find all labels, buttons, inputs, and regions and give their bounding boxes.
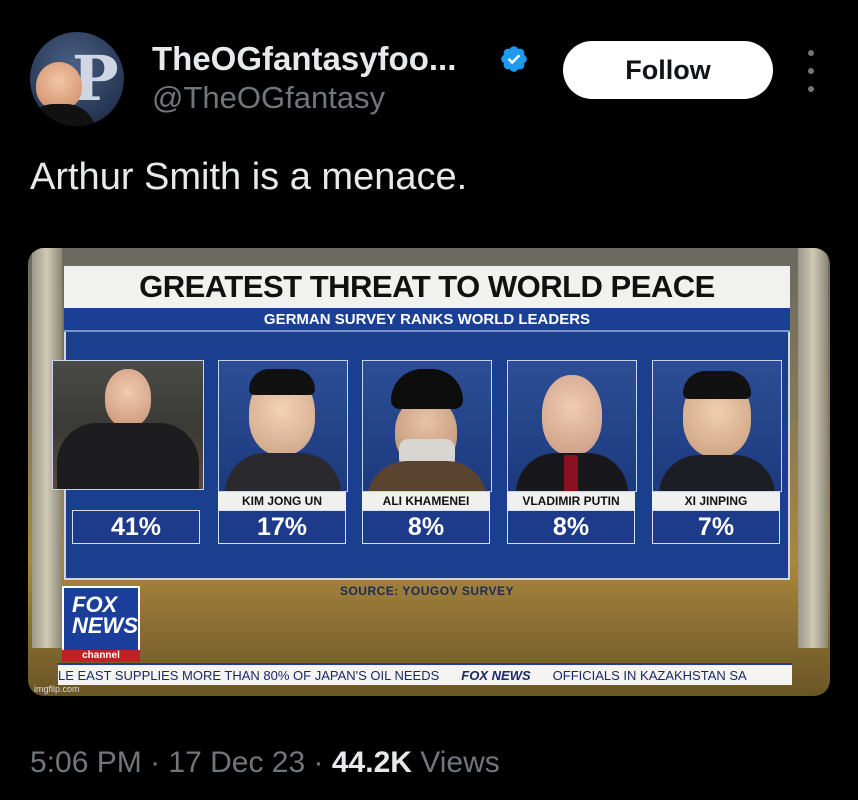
leader-percentage: 41%: [72, 510, 200, 544]
graphic-title: GREATEST THREAT TO WORLD PEACE: [64, 266, 790, 308]
ticker-right-text: OFFICIALS IN KAZAKHSTAN SA: [552, 667, 747, 683]
author-display-name[interactable]: TheOGfantasyfoo...: [152, 40, 456, 78]
tweet-time[interactable]: 5:06 PM: [30, 746, 142, 779]
leader-photo: [362, 360, 492, 492]
views-label: Views: [420, 746, 500, 779]
leader-name: XI JINPING: [652, 492, 780, 510]
graphic-source: SOURCE: YOUGOV SURVEY: [339, 584, 515, 598]
meta-separator: ·: [313, 746, 324, 779]
leader-name: ALI KHAMENEI: [362, 492, 490, 510]
tweet-text: Arthur Smith is a menace.: [30, 156, 468, 198]
leader-name: VLADIMIR PUTIN: [507, 492, 635, 510]
leader-percentage: 8%: [362, 510, 490, 544]
news-ticker: LE EAST SUPPLIES MORE THAN 80% OF JAPAN'…: [58, 663, 792, 685]
leader-photo: [218, 360, 348, 492]
verified-badge-icon: [501, 46, 527, 72]
author-handle[interactable]: @TheOGfantasy: [152, 80, 385, 116]
leader-photo: [52, 360, 204, 490]
leader-photo: [652, 360, 782, 492]
leader-photo: [507, 360, 637, 492]
author-avatar[interactable]: P: [30, 32, 124, 126]
ticker-brand: FOX NEWS: [461, 667, 531, 683]
logo-line2: NEWS: [72, 613, 138, 638]
tweet-date[interactable]: 17 Dec 23: [168, 746, 305, 779]
meta-separator: ·: [150, 746, 161, 779]
imgflip-watermark: imgflip.com: [34, 684, 80, 694]
leader-percentage: 7%: [652, 510, 780, 544]
leader-percentage: 17%: [218, 510, 346, 544]
leader-name: KIM JONG UN: [218, 492, 346, 510]
avatar-face: [36, 62, 82, 110]
leader-percentage: 8%: [507, 510, 635, 544]
graphic-subtitle: GERMAN SURVEY RANKS WORLD LEADERS: [64, 308, 790, 332]
logo-line1: FOX: [72, 592, 118, 617]
views-count[interactable]: 44.2K: [332, 746, 412, 779]
fox-channel-label: channel: [62, 650, 140, 662]
more-options-icon[interactable]: [800, 50, 822, 92]
tweet-meta: 5:06 PM · 17 Dec 23 · 44.2K Views: [30, 746, 500, 780]
follow-button[interactable]: Follow: [563, 41, 773, 99]
ticker-left-text: LE EAST SUPPLIES MORE THAN 80% OF JAPAN'…: [58, 667, 440, 683]
